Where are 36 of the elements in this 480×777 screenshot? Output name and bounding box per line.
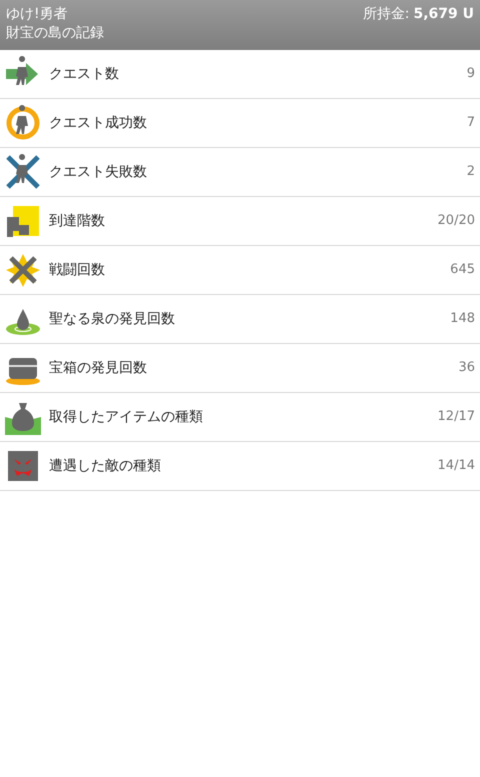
figure-ring-icon [5, 105, 41, 141]
stat-value: 148 [450, 310, 475, 328]
app-title: ゆけ!勇者 [6, 5, 69, 24]
stat-label: 戦闘回数 [49, 260, 106, 280]
stat-label: 聖なる泉の発見回数 [49, 310, 176, 328]
list-row[interactable]: 到達階数 20/20 [0, 197, 480, 246]
stairs-icon [5, 203, 41, 239]
stat-value: 36 [458, 359, 475, 378]
list-row[interactable]: 戦闘回数 645 [0, 246, 480, 295]
stat-value: 12/17 [438, 408, 475, 426]
stat-value: 20/20 [438, 212, 475, 230]
stat-label: 遭遇した敵の種類 [49, 456, 162, 476]
stat-value: 645 [450, 261, 475, 280]
crossed-swords-icon [5, 252, 41, 288]
stat-value: 2 [466, 163, 475, 182]
figure-cross-icon [5, 154, 41, 190]
stat-label: 到達階数 [49, 212, 106, 230]
stat-label: 取得したアイテムの種類 [49, 408, 204, 426]
stat-label: クエスト数 [49, 64, 120, 84]
stat-label: クエスト失敗数 [49, 162, 148, 182]
money-value: 5,679 U [413, 5, 474, 24]
stat-label: 宝箱の発見回数 [49, 358, 148, 378]
list-row[interactable]: 聖なる泉の発見回数 148 [0, 295, 480, 344]
list-row[interactable]: 宝箱の発見回数 36 [0, 344, 480, 393]
screen-title: 財宝の島の記録 [6, 24, 104, 43]
list-row[interactable]: クエスト数 9 [0, 50, 480, 99]
monster-icon [5, 448, 41, 484]
stat-value: 9 [466, 65, 475, 84]
stat-value: 7 [466, 114, 475, 132]
stat-value: 14/14 [438, 457, 475, 476]
money-label: 所持金: [362, 5, 410, 24]
list-row[interactable]: 遭遇した敵の種類 14/14 [0, 442, 480, 491]
stat-label: クエスト成功数 [49, 114, 148, 132]
list-row[interactable]: クエスト失敗数 2 [0, 148, 480, 197]
list-row[interactable]: クエスト成功数 7 [0, 99, 480, 148]
list-row[interactable]: 取得したアイテムの種類 12/17 [0, 393, 480, 442]
